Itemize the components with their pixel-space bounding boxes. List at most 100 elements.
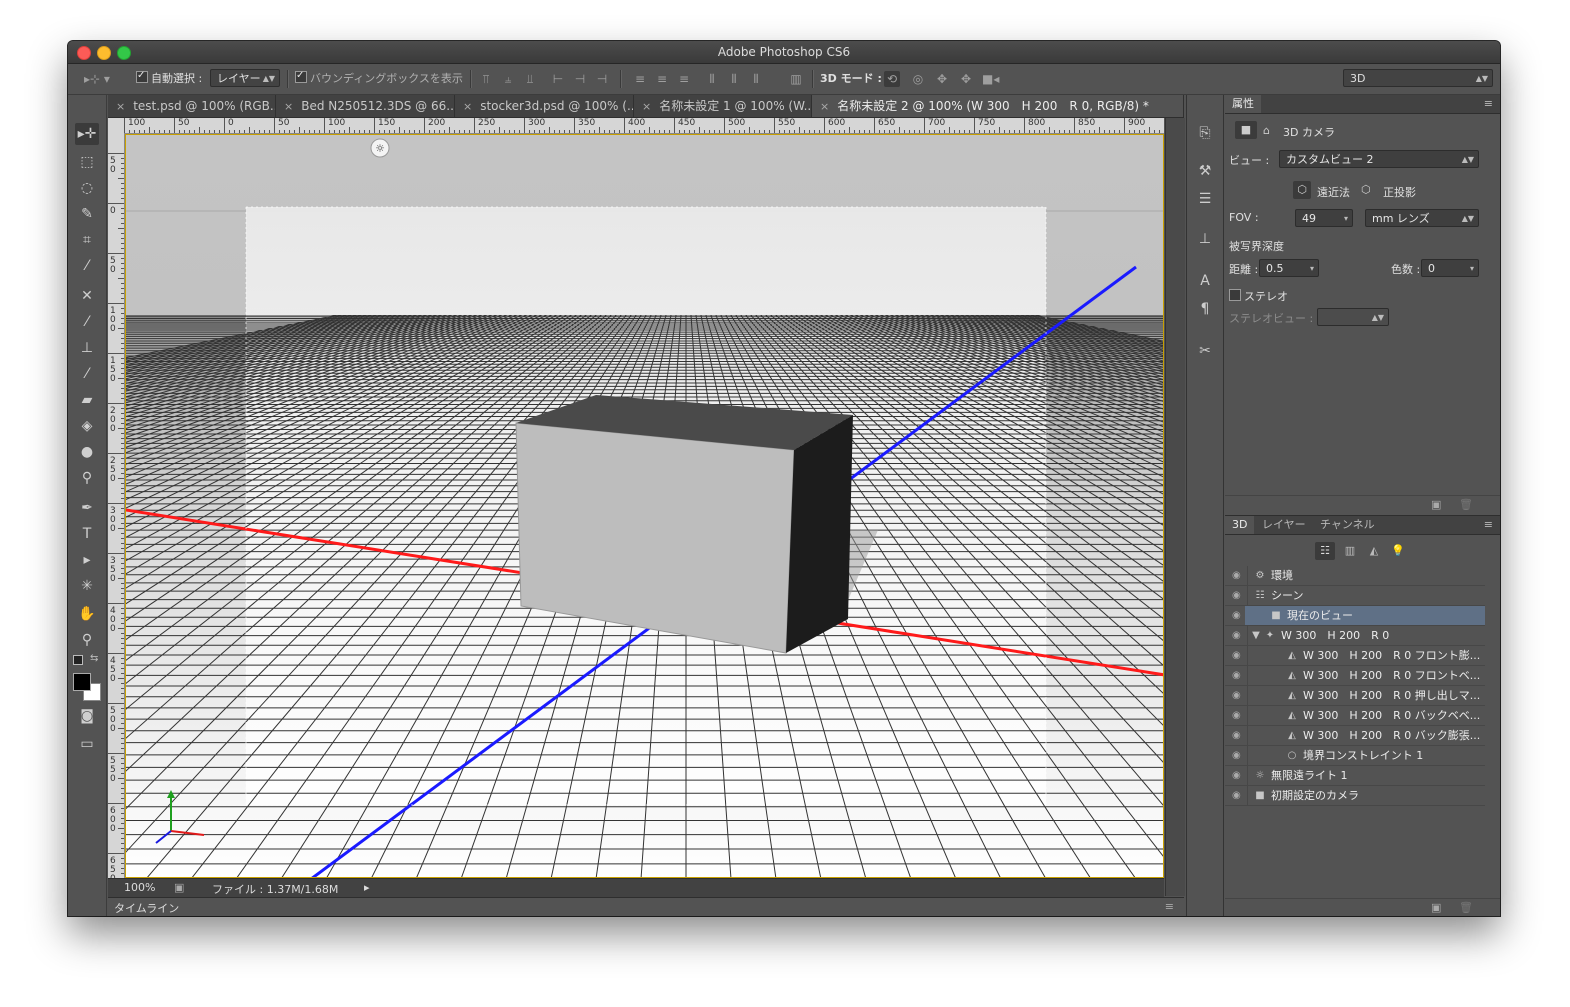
tab-3d[interactable]: 3D (1225, 516, 1255, 534)
panel-menu-icon[interactable]: ≡ (1165, 900, 1174, 913)
close-icon[interactable]: × (463, 100, 472, 113)
tab-test-psd[interactable]: × test.psd @ 100% (RGB... (108, 95, 276, 117)
distance-input[interactable]: 0.5 ▾ (1259, 259, 1319, 277)
visibility-eye-icon[interactable]: ◉ (1232, 786, 1246, 805)
materials-filter-icon[interactable]: ◭ (1365, 542, 1383, 560)
tab-untitled-1[interactable]: × 名称未設定 1 @ 100% (W... (634, 95, 812, 117)
scene-tree-row[interactable]: ◉ ⚙ 環境 (1225, 566, 1485, 586)
visibility-eye-icon[interactable]: ◉ (1232, 606, 1246, 625)
distribute-left-icon[interactable]: ⫴ (704, 71, 720, 87)
close-icon[interactable]: × (642, 100, 651, 113)
stereo-view-dropdown[interactable]: ▲▼ (1317, 308, 1389, 326)
zoom-level[interactable]: 100% (124, 881, 155, 894)
swap-colors-icon[interactable]: ⇆ (90, 653, 98, 664)
close-icon[interactable]: × (116, 100, 125, 113)
scene-tree-row-body[interactable]: ◭ W 300 H 200 R 0 バック膨張... (1245, 726, 1485, 745)
vertical-ruler[interactable]: 5 0 0 5 0 1 0 0 1 5 0 2 0 0 2 5 0 3 0 0 3 5 0 4 0… (108, 133, 125, 878)
lights-filter-icon[interactable]: 💡 (1389, 542, 1407, 560)
clone-stamp-tool-icon[interactable]: ⊥ (75, 337, 99, 359)
tab-stocker3d[interactable]: × stocker3d.psd @ 100% (... (455, 95, 634, 117)
perspective-cube-icon[interactable]: ⬡ (1293, 181, 1311, 199)
hand-tool-icon[interactable]: ✋ (75, 603, 99, 625)
fov-input[interactable]: 49 ▾ (1295, 209, 1353, 227)
blur-input[interactable]: 0 ▾ (1421, 259, 1479, 277)
scene-tree-row[interactable]: ◉ ◭ W 300 H 200 R 0 フロント膨... (1225, 646, 1485, 666)
distribute-hcenter-icon[interactable]: ⫴ (726, 71, 742, 87)
foreground-color-swatch[interactable] (73, 673, 91, 691)
new-item-icon[interactable]: ▣ (1431, 901, 1441, 914)
default-colors-icon[interactable] (73, 655, 83, 665)
align-right-icon[interactable]: ⊣ (594, 71, 610, 87)
paragraph-panel-icon[interactable]: ¶ (1195, 299, 1215, 319)
align-bottom-icon[interactable]: ⫫ (522, 71, 538, 87)
3d-scene[interactable]: ☼ (126, 135, 1164, 878)
scene-tree-row[interactable]: ◉ ■ 初期設定のカメラ (1225, 786, 1485, 806)
ruler-origin[interactable] (108, 118, 124, 133)
workspace-dropdown[interactable]: 3D ▲▼ (1343, 69, 1493, 87)
visibility-eye-icon[interactable]: ◉ (1232, 746, 1246, 765)
tab-untitled-2[interactable]: × 名称未設定 2 @ 100% (W 300 H 200 R 0, RGB/8)… (812, 95, 1184, 117)
paint-bucket-tool-icon[interactable]: ◈ (75, 415, 99, 437)
bounding-box-checkbox[interactable]: バウンディングボックスを表示 (295, 67, 463, 88)
tab-layers[interactable]: レイヤー (1255, 516, 1313, 534)
camera-icon[interactable]: ■ (1235, 121, 1257, 139)
status-icon[interactable]: ▣ (174, 881, 184, 894)
scene-tree-row-body[interactable]: ◭ W 300 H 200 R 0 フロントベ... (1245, 666, 1485, 685)
scene-tree-row-body[interactable]: ◭ W 300 H 200 R 0 バックベベ... (1245, 706, 1485, 725)
visibility-eye-icon[interactable]: ◉ (1232, 726, 1246, 745)
align-left-icon[interactable]: ⊢ (550, 71, 566, 87)
align-vcenter-icon[interactable]: ⫨ (500, 71, 516, 87)
character-panel-icon[interactable]: A (1195, 271, 1215, 291)
visibility-eye-icon[interactable]: ◉ (1232, 706, 1246, 725)
roll-3d-icon[interactable]: ◎ (910, 71, 926, 87)
scene-tree-row[interactable]: ◉ ☼ 無限遠ライト 1 (1225, 766, 1485, 786)
quick-select-tool-icon[interactable]: ✎ (75, 203, 99, 225)
scene-tree-row[interactable]: ◉ ☷ シーン (1225, 586, 1485, 606)
lasso-tool-icon[interactable]: ◌ (75, 177, 99, 199)
close-icon[interactable]: × (820, 100, 829, 113)
scene-tree-row[interactable]: ◉ ◭ W 300 H 200 R 0 押し出しマ... (1225, 686, 1485, 706)
visibility-eye-icon[interactable]: ◉ (1232, 626, 1246, 645)
meshes-filter-icon[interactable]: ▥ (1341, 542, 1359, 560)
scene-tree-row[interactable]: ◉ ◭ W 300 H 200 R 0 バック膨張... (1225, 726, 1485, 746)
stereo-checkbox[interactable]: ステレオ (1229, 288, 1288, 304)
history-panel-icon[interactable]: ⎘ (1195, 123, 1215, 143)
tab-properties[interactable]: 属性 (1225, 95, 1261, 113)
visibility-eye-icon[interactable]: ◉ (1232, 766, 1246, 785)
scene-tree-row[interactable]: ◉ ◭ W 300 H 200 R 0 バックベベ... (1225, 706, 1485, 726)
timeline-label[interactable]: タイムライン (114, 900, 179, 916)
visibility-eye-icon[interactable]: ◉ (1232, 586, 1246, 605)
adjustments-icon[interactable]: ☰ (1195, 189, 1215, 209)
tool-presets-icon[interactable]: ⚒ (1195, 161, 1215, 181)
expand-toggle-icon[interactable]: ▼ (1249, 626, 1263, 645)
brush-tool-icon[interactable]: ⁄ (75, 311, 99, 333)
vertical-scrollbar[interactable] (1165, 118, 1185, 896)
drag-3d-icon[interactable]: ✥ (934, 71, 950, 87)
timeline-panel[interactable]: タイムライン ≡ (108, 897, 1184, 916)
eraser-tool-icon[interactable]: ▰ (75, 389, 99, 411)
quick-mask-icon[interactable]: ◙ (75, 705, 99, 727)
panel-menu-icon[interactable]: ≡ (1477, 516, 1500, 534)
marquee-tool-icon[interactable]: ⬚ (75, 151, 99, 173)
visibility-eye-icon[interactable]: ◉ (1232, 566, 1246, 585)
scene-tree-row-body[interactable]: ⚙ 環境 (1245, 566, 1485, 585)
scene-tree-row-body[interactable]: ◭ W 300 H 200 R 0 押し出しマ... (1245, 686, 1485, 705)
trash-icon[interactable]: 🗑 (1459, 901, 1473, 914)
trash-icon[interactable]: 🗑 (1459, 498, 1473, 511)
history-brush-tool-icon[interactable]: ⁄ (75, 363, 99, 385)
auto-select-checkbox[interactable]: 自動選択 : (136, 67, 202, 88)
distribute-vcenter-icon[interactable]: ≡ (654, 71, 670, 87)
ortho-cube-icon[interactable]: ⬡ (1361, 183, 1371, 196)
visibility-eye-icon[interactable]: ◉ (1232, 646, 1246, 665)
eyedropper-tool-icon[interactable]: ⁄ (75, 255, 99, 277)
render-icon[interactable]: ▣ (1431, 498, 1441, 511)
move-tool-preset-icon[interactable]: ▸⊹ ▾ (82, 71, 112, 87)
scene-tree-row[interactable]: ◉ ▼ ✦ W 300 H 200 R 0 (1225, 626, 1485, 646)
align-top-icon[interactable]: ⫪ (478, 71, 494, 87)
distribute-bottom-icon[interactable]: ≡ (676, 71, 692, 87)
status-menu-arrow-icon[interactable]: ▸ (364, 881, 370, 894)
pen-tool-icon[interactable]: ✒ (75, 497, 99, 519)
type-tool-icon[interactable]: T (75, 523, 99, 545)
layer-comps-icon[interactable]: ⊥ (1195, 229, 1215, 249)
distribute-top-icon[interactable]: ≡ (632, 71, 648, 87)
